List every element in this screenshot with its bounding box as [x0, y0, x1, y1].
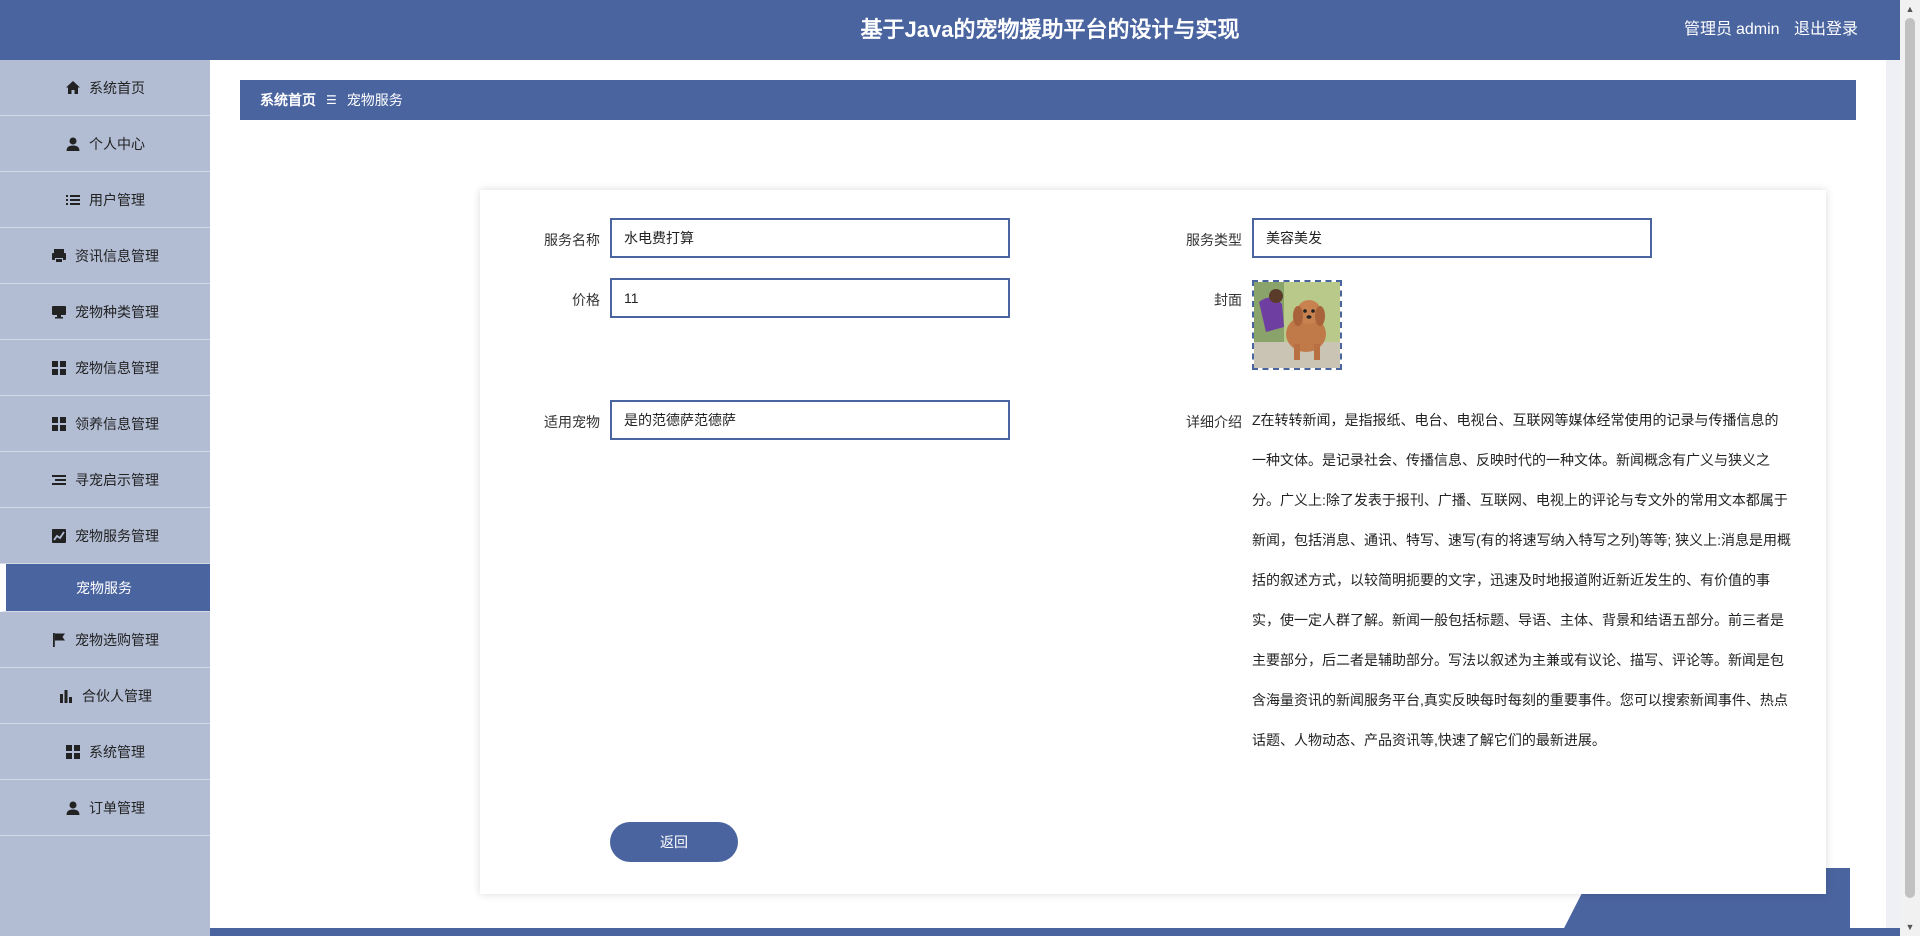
service-type-field[interactable]: [1252, 218, 1652, 258]
grid-icon: [51, 416, 67, 432]
sidebar-item-pet-category-management[interactable]: 宠物种类管理: [0, 284, 210, 340]
person-icon: [65, 136, 81, 152]
sidebar-item-pet-info-management[interactable]: 宠物信息管理: [0, 340, 210, 396]
sidebar-item-label: 个人中心: [89, 135, 145, 152]
app-title: 基于Java的宠物援助平台的设计与实现: [860, 17, 1240, 42]
scroll-down-arrow-icon[interactable]: ▼: [1900, 918, 1920, 936]
sidebar-item-system-management[interactable]: 系统管理: [0, 724, 210, 780]
monitor-icon: [51, 304, 67, 320]
sidebar-item-home[interactable]: 系统首页: [0, 60, 210, 116]
sidebar-subitem-pet-service[interactable]: 宠物服务: [0, 564, 210, 612]
sidebar-item-lost-pet-management[interactable]: 寻宠启示管理: [0, 452, 210, 508]
sidebar-item-user-management[interactable]: 用户管理: [0, 172, 210, 228]
home-icon: [65, 80, 81, 96]
price-label: 价格: [572, 292, 600, 308]
service-type-label: 服务类型: [1186, 232, 1242, 248]
sidebar-item-pet-service-management[interactable]: 宠物服务管理: [0, 508, 210, 564]
username: admin: [1735, 21, 1780, 38]
breadcrumb-current: 宠物服务: [346, 92, 403, 108]
sidebar-item-pet-purchase-management[interactable]: 宠物选购管理: [0, 612, 210, 668]
breadcrumb-separator-icon: ☰: [326, 93, 337, 107]
sidebar-item-label: 寻宠启示管理: [75, 471, 159, 488]
page-scrollbar[interactable]: ▲ ▼: [1900, 0, 1920, 936]
person-icon: [65, 800, 81, 816]
breadcrumb-home[interactable]: 系统首页: [260, 90, 316, 110]
chart-line-icon: [51, 528, 67, 544]
sidebar-item-label: 系统首页: [89, 79, 145, 96]
service-detail-card: 服务名称 服务类型 价格 封面 适用宠物 详细介绍 Z在转转新闻，是指报纸、电台…: [480, 190, 1826, 894]
printer-icon: [51, 248, 67, 264]
sidebar-item-label: 宠物选购管理: [75, 631, 159, 648]
scroll-thumb[interactable]: [1905, 18, 1915, 898]
service-name-label: 服务名称: [544, 232, 600, 248]
sidebar-item-news-management[interactable]: 资讯信息管理: [0, 228, 210, 284]
sidebar-item-label: 宠物种类管理: [75, 303, 159, 320]
sidebar-item-order-management[interactable]: 订单管理: [0, 780, 210, 836]
top-header: 基于Java的宠物援助平台的设计与实现 管理员 admin 退出登录: [0, 0, 1900, 60]
sidebar-item-label: 领养信息管理: [75, 415, 159, 432]
price-field[interactable]: [610, 278, 1010, 318]
cover-label: 封面: [1214, 292, 1242, 308]
sidebar-item-label: 宠物服务管理: [75, 527, 159, 544]
scroll-up-arrow-icon[interactable]: ▲: [1900, 0, 1920, 18]
sidebar-item-personal-center[interactable]: 个人中心: [0, 116, 210, 172]
grid-icon: [51, 360, 67, 376]
applicable-pet-label: 适用宠物: [544, 414, 600, 430]
flag-icon: [51, 632, 67, 648]
sidebar-menu: 系统首页 个人中心 用户管理 资讯信息管理 宠物种类管理 宠物信息管理 领养信息…: [0, 60, 210, 936]
list-icon: [65, 192, 81, 208]
bar-chart-icon: [58, 688, 74, 704]
dog-photo-icon: [1254, 282, 1340, 368]
service-name-field[interactable]: [610, 218, 1010, 258]
cover-image[interactable]: [1252, 280, 1342, 370]
grid-icon: [65, 744, 81, 760]
back-button[interactable]: 返回: [610, 822, 738, 862]
sidebar-item-label: 宠物服务: [76, 579, 132, 596]
sidebar-item-label: 资讯信息管理: [75, 247, 159, 264]
applicable-pet-field[interactable]: [610, 400, 1010, 440]
sidebar-item-label: 宠物信息管理: [75, 359, 159, 376]
sidebar-item-label: 订单管理: [89, 799, 145, 816]
lines-icon: [51, 472, 67, 488]
detail-description: Z在转转新闻，是指报纸、电台、电视台、互联网等媒体经常使用的记录与传播信息的一种…: [1252, 412, 1791, 748]
breadcrumb: 系统首页 ☰ 宠物服务: [240, 80, 1856, 120]
user-area: 管理员 admin 退出登录: [1674, 0, 1858, 60]
logout-link[interactable]: 退出登录: [1794, 21, 1858, 38]
sidebar-item-label: 系统管理: [89, 743, 145, 760]
sidebar-item-partner-management[interactable]: 合伙人管理: [0, 668, 210, 724]
user-role: 管理员: [1683, 21, 1732, 38]
detail-label: 详细介绍: [1186, 414, 1242, 430]
sidebar-item-label: 用户管理: [89, 191, 145, 208]
sidebar-item-label: 合伙人管理: [82, 687, 152, 704]
sidebar-item-adoption-management[interactable]: 领养信息管理: [0, 396, 210, 452]
